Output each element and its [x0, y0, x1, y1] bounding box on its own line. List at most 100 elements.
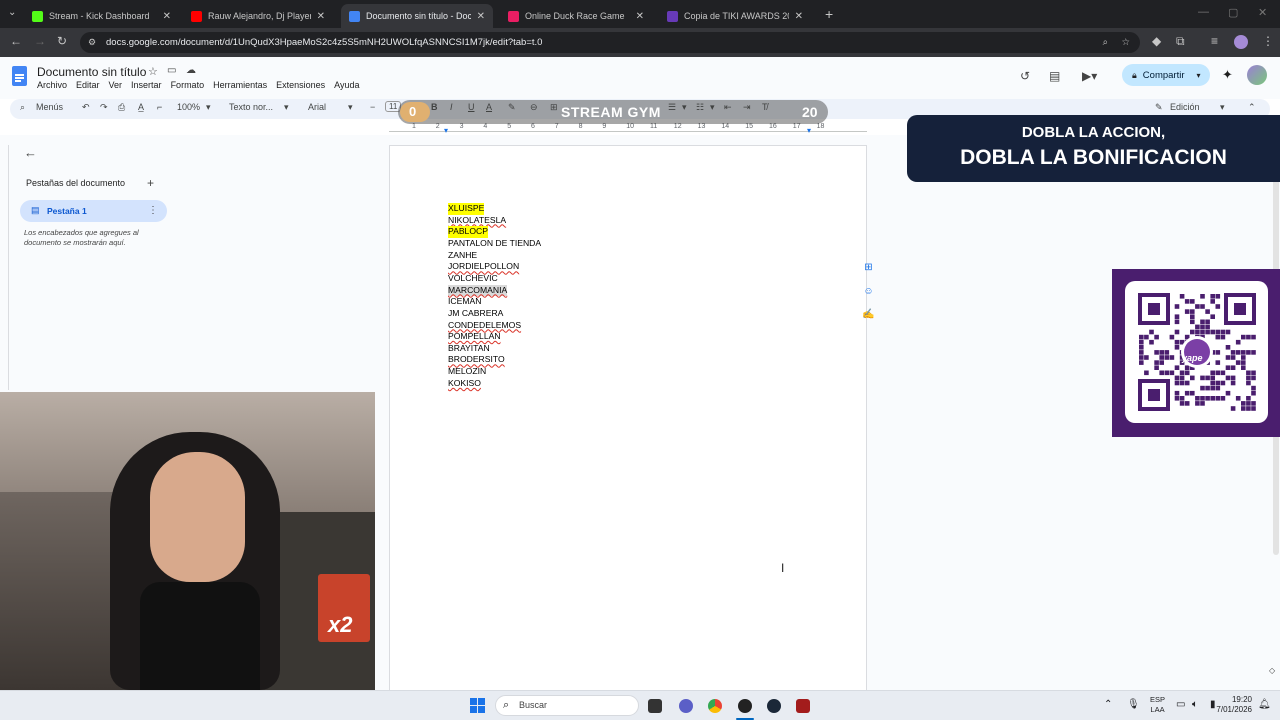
collapse-menus-icon[interactable]: ⌃: [1248, 102, 1256, 113]
new-tab-plus-icon[interactable]: +: [825, 6, 833, 22]
start-windows-icon[interactable]: [470, 698, 485, 713]
address-bar[interactable]: ⚙ docs.google.com/document/d/1UnQudX3Hpa…: [80, 32, 1140, 53]
profile-avatar[interactable]: [1234, 35, 1248, 49]
back-arrow-icon[interactable]: ←: [10, 34, 22, 48]
browser-tab-1[interactable]: Stream - Kick Dashboard ✕: [24, 4, 179, 28]
tab-close-icon[interactable]: ✕: [795, 11, 803, 22]
tab-close-icon[interactable]: ✕: [477, 11, 485, 22]
notification-bell-icon[interactable]: 🔔︎: [1258, 699, 1271, 710]
zoom-icon[interactable]: ⌕: [1103, 32, 1108, 53]
window-close-icon[interactable]: ✕: [1258, 6, 1267, 19]
meet-video-icon[interactable]: ▶▾: [1082, 69, 1097, 83]
document-line[interactable]: KOKISO: [448, 378, 481, 390]
document-page[interactable]: XLUISPE NIKOLATESLA PABLOCP PANTALON DE TIE…: [389, 145, 867, 690]
document-line[interactable]: CONDEDELEMOS: [448, 320, 521, 332]
mode-chevron-icon[interactable]: ▾: [1220, 102, 1225, 113]
back-arrow-icon[interactable]: ←: [24, 145, 37, 160]
language-indicator[interactable]: ESP LAA: [1150, 695, 1165, 715]
menu-extensiones[interactable]: Extensiones: [276, 80, 325, 90]
left-indent-marker-icon[interactable]: ▾: [444, 126, 448, 135]
document-line[interactable]: ZANHE: [448, 250, 477, 262]
font-chevron-icon[interactable]: ▾: [348, 102, 353, 113]
steam-icon[interactable]: [767, 699, 781, 713]
document-line[interactable]: JORDIELPOLLON: [448, 261, 519, 273]
suggest-edits-icon[interactable]: ✍: [862, 309, 875, 322]
search-menus-icon[interactable]: ⌕: [20, 102, 25, 113]
search-menus-label[interactable]: Menús: [36, 102, 63, 112]
document-line[interactable]: MELOZIN: [448, 366, 486, 378]
menu-ayuda[interactable]: Ayuda: [334, 80, 359, 90]
comments-icon[interactable]: ▤: [1049, 69, 1060, 83]
document-line[interactable]: BRODERSITO: [448, 354, 505, 366]
print-icon[interactable]: ⎙: [118, 102, 125, 113]
menu-formato[interactable]: Formato: [171, 80, 205, 90]
version-history-icon[interactable]: ↺: [1020, 69, 1030, 83]
menu-editar[interactable]: Editar: [76, 80, 100, 90]
share-dropdown-icon[interactable]: ▾: [1197, 71, 1201, 80]
zoom-select[interactable]: 100%: [177, 102, 200, 112]
tab-search-chevron-icon[interactable]: ⌄: [8, 7, 16, 18]
extensions-puzzle-icon[interactable]: ⧉: [1176, 34, 1185, 49]
forward-arrow-icon[interactable]: →: [34, 34, 46, 48]
menu-insertar[interactable]: Insertar: [131, 80, 162, 90]
font-size-decrease-icon[interactable]: −: [370, 102, 375, 112]
browser-tab-2[interactable]: Rauw Alejandro, Dj Playero ✕: [183, 4, 333, 28]
site-info-icon[interactable]: ⚙: [88, 32, 96, 53]
reload-icon[interactable]: ↻: [57, 34, 67, 48]
paragraph-style-select[interactable]: Texto nor...: [229, 102, 273, 112]
spellcheck-icon[interactable]: A̲: [138, 102, 144, 112]
document-line[interactable]: POMPELLAN: [448, 331, 501, 343]
tab-options-icon[interactable]: ⋮: [148, 205, 158, 216]
browser-tab-4[interactable]: Online Duck Race Game ✕: [500, 4, 652, 28]
sidebar-item-pestana-1[interactable]: ▤ Pestaña 1 ⋮: [20, 200, 167, 222]
tab-close-icon[interactable]: ✕: [317, 11, 325, 22]
move-folder-icon[interactable]: ▭: [167, 65, 176, 76]
add-tab-plus-icon[interactable]: +: [147, 176, 154, 190]
docs-logo-icon[interactable]: [12, 66, 27, 86]
document-line[interactable]: JM CABRERA: [448, 308, 503, 320]
microphone-icon[interactable]: 🎙︎: [1127, 699, 1140, 710]
discord-icon[interactable]: [679, 699, 693, 713]
document-line[interactable]: PANTALON DE TIENDA: [448, 238, 541, 250]
chrome-menu-icon[interactable]: ⋮: [1262, 34, 1274, 48]
menu-herramientas[interactable]: Herramientas: [213, 80, 267, 90]
document-title[interactable]: Documento sin título: [37, 65, 146, 79]
minimize-icon[interactable]: —: [1198, 6, 1209, 18]
tab-close-icon[interactable]: ✕: [163, 11, 171, 22]
tray-chevron-icon[interactable]: ⌃: [1104, 699, 1112, 710]
editing-mode-select[interactable]: Edición: [1170, 102, 1200, 112]
document-line[interactable]: NIKOLATESLA: [448, 215, 506, 227]
menu-archivo[interactable]: Archivo: [37, 80, 67, 90]
taskbar-search-box[interactable]: ⌕ Buscar: [495, 695, 639, 716]
document-line[interactable]: VOLCHEVIC: [448, 273, 498, 285]
document-line[interactable]: XLUISPE: [448, 203, 485, 215]
maximize-icon[interactable]: ▢: [1228, 6, 1238, 19]
chrome-icon[interactable]: [708, 699, 722, 713]
emoji-reaction-icon[interactable]: ☺: [862, 286, 875, 299]
obs-icon[interactable]: [738, 699, 752, 713]
tab-close-icon[interactable]: ✕: [636, 11, 644, 22]
star-icon[interactable]: ☆: [148, 65, 158, 78]
share-button[interactable]: 🔒︎ Compartir ▾: [1122, 64, 1210, 86]
browser-tab-3[interactable]: Documento sin título - Docum ✕: [341, 4, 493, 28]
zoom-chevron-icon[interactable]: ▾: [206, 102, 211, 113]
style-chevron-icon[interactable]: ▾: [284, 102, 289, 113]
horizontal-ruler[interactable]: 1 2 3 4 5 6 7 8 9 10 11 12 13 14 15 16 17 18 ▾ ▾: [389, 123, 867, 135]
editing-pencil-icon[interactable]: ✎: [1155, 102, 1163, 113]
browser-tab-5[interactable]: Copia de TIKI AWARDS 2025 - F ✕: [659, 4, 811, 28]
font-family-select[interactable]: Arial: [308, 102, 326, 112]
document-line[interactable]: PABLOCP: [448, 226, 488, 238]
network-icon[interactable]: ▭: [1176, 699, 1185, 710]
document-line[interactable]: ICEMAN: [448, 296, 481, 308]
extension-diamond-icon[interactable]: ◆: [1152, 34, 1161, 48]
media-control-icon[interactable]: ≡: [1211, 34, 1218, 48]
game-app-icon[interactable]: [796, 699, 810, 713]
bookmark-star-icon[interactable]: ☆: [1121, 32, 1130, 53]
menu-ver[interactable]: Ver: [109, 80, 123, 90]
task-view-icon[interactable]: [648, 699, 662, 713]
clock[interactable]: 19:20 7/01/2026: [1214, 695, 1252, 715]
right-indent-marker-icon[interactable]: ▾: [807, 126, 811, 135]
volume-icon[interactable]: 🔈︎: [1192, 699, 1198, 710]
document-line[interactable]: BRAYITAN: [448, 343, 490, 355]
gemini-sparkle-icon[interactable]: ✦: [1222, 67, 1233, 83]
